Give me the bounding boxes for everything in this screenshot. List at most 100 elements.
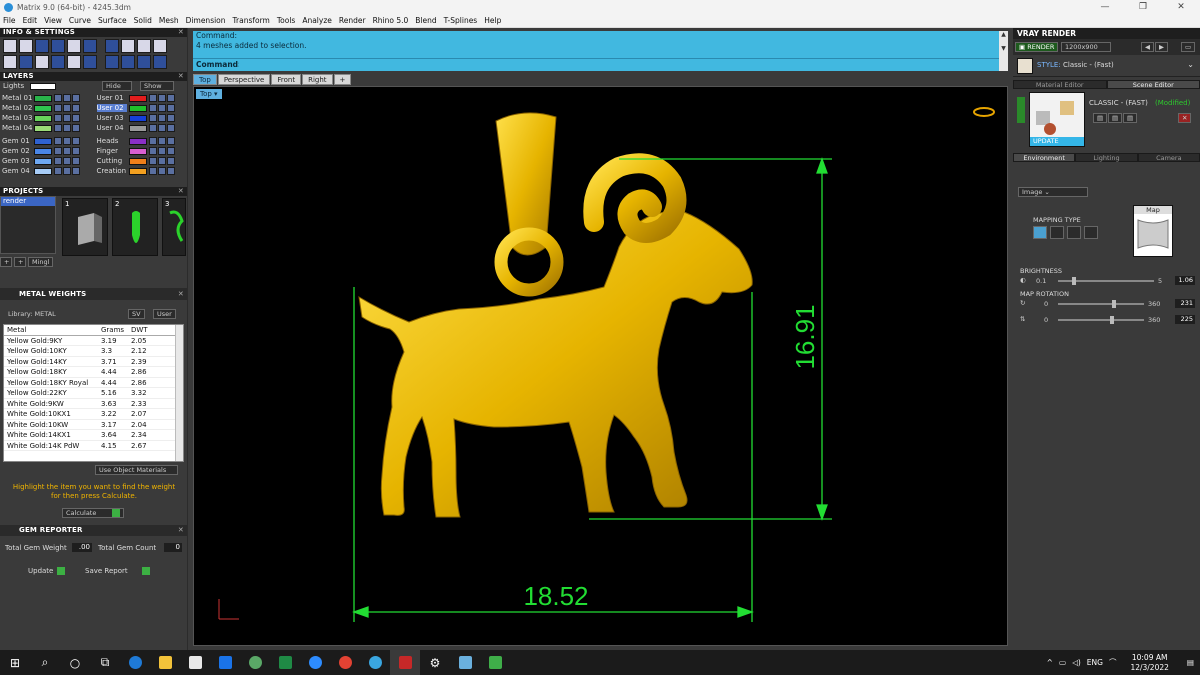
mail-icon[interactable]	[210, 650, 240, 675]
rotation-2-value[interactable]: 225	[1175, 315, 1195, 324]
windows-start-icon[interactable]: ⊞	[0, 650, 30, 675]
notification-icon[interactable]: ▤	[1187, 658, 1194, 667]
environment-type-select[interactable]: Image ⌄	[1018, 187, 1088, 197]
delete-material-icon[interactable]: ✕	[1178, 113, 1192, 123]
layer-row[interactable]: User 03	[97, 113, 186, 123]
menu-solid[interactable]: Solid	[134, 16, 152, 25]
layer-row[interactable]: Cutting	[97, 156, 186, 166]
mapping-box-icon[interactable]	[1050, 226, 1064, 239]
clock[interactable]: 10:09 AM 12/3/2022	[1130, 653, 1168, 673]
frame-icon[interactable]	[3, 55, 17, 69]
map-thumbnail[interactable]: Map	[1133, 205, 1173, 257]
close-button[interactable]: ✕	[1162, 0, 1200, 14]
rotation-slider-1[interactable]: ↻ 0 360 231	[1020, 299, 1195, 309]
magnify-icon[interactable]	[19, 39, 33, 53]
sub-project-button[interactable]: +	[14, 257, 26, 267]
tab-right[interactable]: Right	[302, 74, 333, 85]
sv-button[interactable]: SV	[128, 309, 145, 319]
tab-material-editor[interactable]: Material Editor	[1013, 80, 1107, 89]
table-row[interactable]: White Gold:10KW 3.17 2.04	[4, 419, 183, 430]
save-material-icon[interactable]: ▤	[1093, 113, 1108, 123]
excel-icon[interactable]	[270, 650, 300, 675]
menu-transform[interactable]: Transform	[233, 16, 270, 25]
file-explorer-icon[interactable]	[150, 650, 180, 675]
menu-help[interactable]: Help	[484, 16, 501, 25]
tab-front[interactable]: Front	[271, 74, 302, 85]
style-value[interactable]: Classic - (Fast)	[1063, 61, 1114, 69]
tab-scene-editor[interactable]: Scene Editor	[1106, 80, 1200, 89]
lights-swatch[interactable]	[30, 83, 56, 90]
layer-row[interactable]: Gem 03	[2, 156, 91, 166]
browser-icon[interactable]	[360, 650, 390, 675]
printer-icon[interactable]	[35, 39, 49, 53]
update-render-button[interactable]: UPDATE	[1030, 137, 1084, 146]
table-row[interactable]: Yellow Gold:14KY 3.71 2.39	[4, 356, 183, 367]
camtasia-icon[interactable]	[480, 650, 510, 675]
user-button[interactable]: User	[153, 309, 176, 319]
layer-row[interactable]: Metal 04	[2, 123, 91, 133]
box-icon[interactable]	[51, 39, 65, 53]
rotate-icon[interactable]	[121, 55, 135, 69]
edit-material-icon[interactable]: ▤	[1123, 113, 1138, 123]
settings-gear-icon[interactable]: ⚙	[420, 650, 450, 675]
layer-row[interactable]: Metal 01	[2, 93, 91, 103]
move-icon[interactable]	[153, 55, 167, 69]
layers-icon[interactable]	[19, 55, 33, 69]
render-button[interactable]: ▣ RENDER	[1015, 42, 1059, 52]
globe-icon[interactable]	[105, 55, 119, 69]
mapping-cylinder-icon[interactable]	[1084, 226, 1098, 239]
table-scrollbar[interactable]	[175, 325, 183, 461]
cube-icon[interactable]	[83, 39, 97, 53]
project-list[interactable]: render	[0, 196, 56, 254]
table-row[interactable]: Yellow Gold:10KY 3.3 2.12	[4, 346, 183, 357]
project-thumbnail[interactable]: 1	[62, 198, 108, 256]
layer-row[interactable]: Finger	[97, 146, 186, 156]
menu-view[interactable]: View	[44, 16, 62, 25]
table-row[interactable]: White Gold:14KX1 3.64 2.34	[4, 430, 183, 441]
material-thumbnail[interactable]: UPDATE	[1029, 92, 1085, 147]
table-row[interactable]: Yellow Gold:9KY 3.19 2.05	[4, 335, 183, 346]
project-thumbnail[interactable]: 3	[162, 198, 186, 256]
app-icon-green[interactable]	[240, 650, 270, 675]
menu-rhino[interactable]: Rhino 5.0	[373, 16, 409, 25]
brightness-thumb[interactable]	[1072, 277, 1076, 285]
layout-icon[interactable]	[137, 39, 151, 53]
menu-analyze[interactable]: Analyze	[302, 16, 332, 25]
edge-icon[interactable]	[120, 650, 150, 675]
layer-row[interactable]: Gem 02	[2, 146, 91, 156]
wifi-icon[interactable]: ⌒	[1109, 657, 1117, 668]
prev-button[interactable]: ◀	[1141, 42, 1154, 52]
expand-handle[interactable]	[1017, 97, 1025, 123]
table-row[interactable]: Yellow Gold:18KY Royal 4.44 2.86	[4, 377, 183, 388]
lang-label[interactable]: ENG	[1087, 658, 1103, 667]
filter-icon[interactable]	[51, 55, 65, 69]
tab-lighting[interactable]: Lighting	[1075, 153, 1138, 162]
layer-row[interactable]: User 04	[97, 123, 186, 133]
table-row[interactable]: White Gold:10KX1 3.22 2.07	[4, 409, 183, 420]
table-row[interactable]: White Gold:14K PdW 4.15 2.67	[4, 440, 183, 451]
chevron-down-icon[interactable]: ⌄	[1187, 60, 1194, 69]
ruler-icon[interactable]	[67, 39, 81, 53]
search-icon[interactable]: ⌕	[30, 650, 60, 675]
mingl-button[interactable]: Mingl	[28, 257, 54, 267]
layer-row[interactable]: Creation	[97, 166, 186, 176]
command-input[interactable]	[239, 60, 998, 69]
menu-mesh[interactable]: Mesh	[159, 16, 179, 25]
layer-row[interactable]: Gem 04	[2, 166, 91, 176]
mapping-sphere-icon[interactable]	[1067, 226, 1081, 239]
show-button[interactable]: Show	[140, 81, 174, 91]
mapping-plane-icon[interactable]	[1033, 226, 1047, 239]
grid-icon[interactable]	[121, 39, 135, 53]
chevron-up-icon[interactable]: ^	[1047, 658, 1053, 667]
minimize-button[interactable]: —	[1086, 0, 1124, 14]
layer-row-selected[interactable]: User 02	[96, 103, 186, 113]
window-button[interactable]: ▭	[1181, 42, 1196, 52]
project-item[interactable]: render	[1, 197, 55, 206]
add-tab-button[interactable]: +	[333, 74, 352, 85]
add-project-button[interactable]: +	[0, 257, 12, 267]
save-report-button[interactable]: Save Report	[85, 567, 150, 575]
app-icon-blue[interactable]	[450, 650, 480, 675]
table-row[interactable]: White Gold:9KW 3.63 2.33	[4, 398, 183, 409]
rotation-1-value[interactable]: 231	[1175, 299, 1195, 308]
task-view-icon[interactable]: ⧉	[90, 650, 120, 675]
